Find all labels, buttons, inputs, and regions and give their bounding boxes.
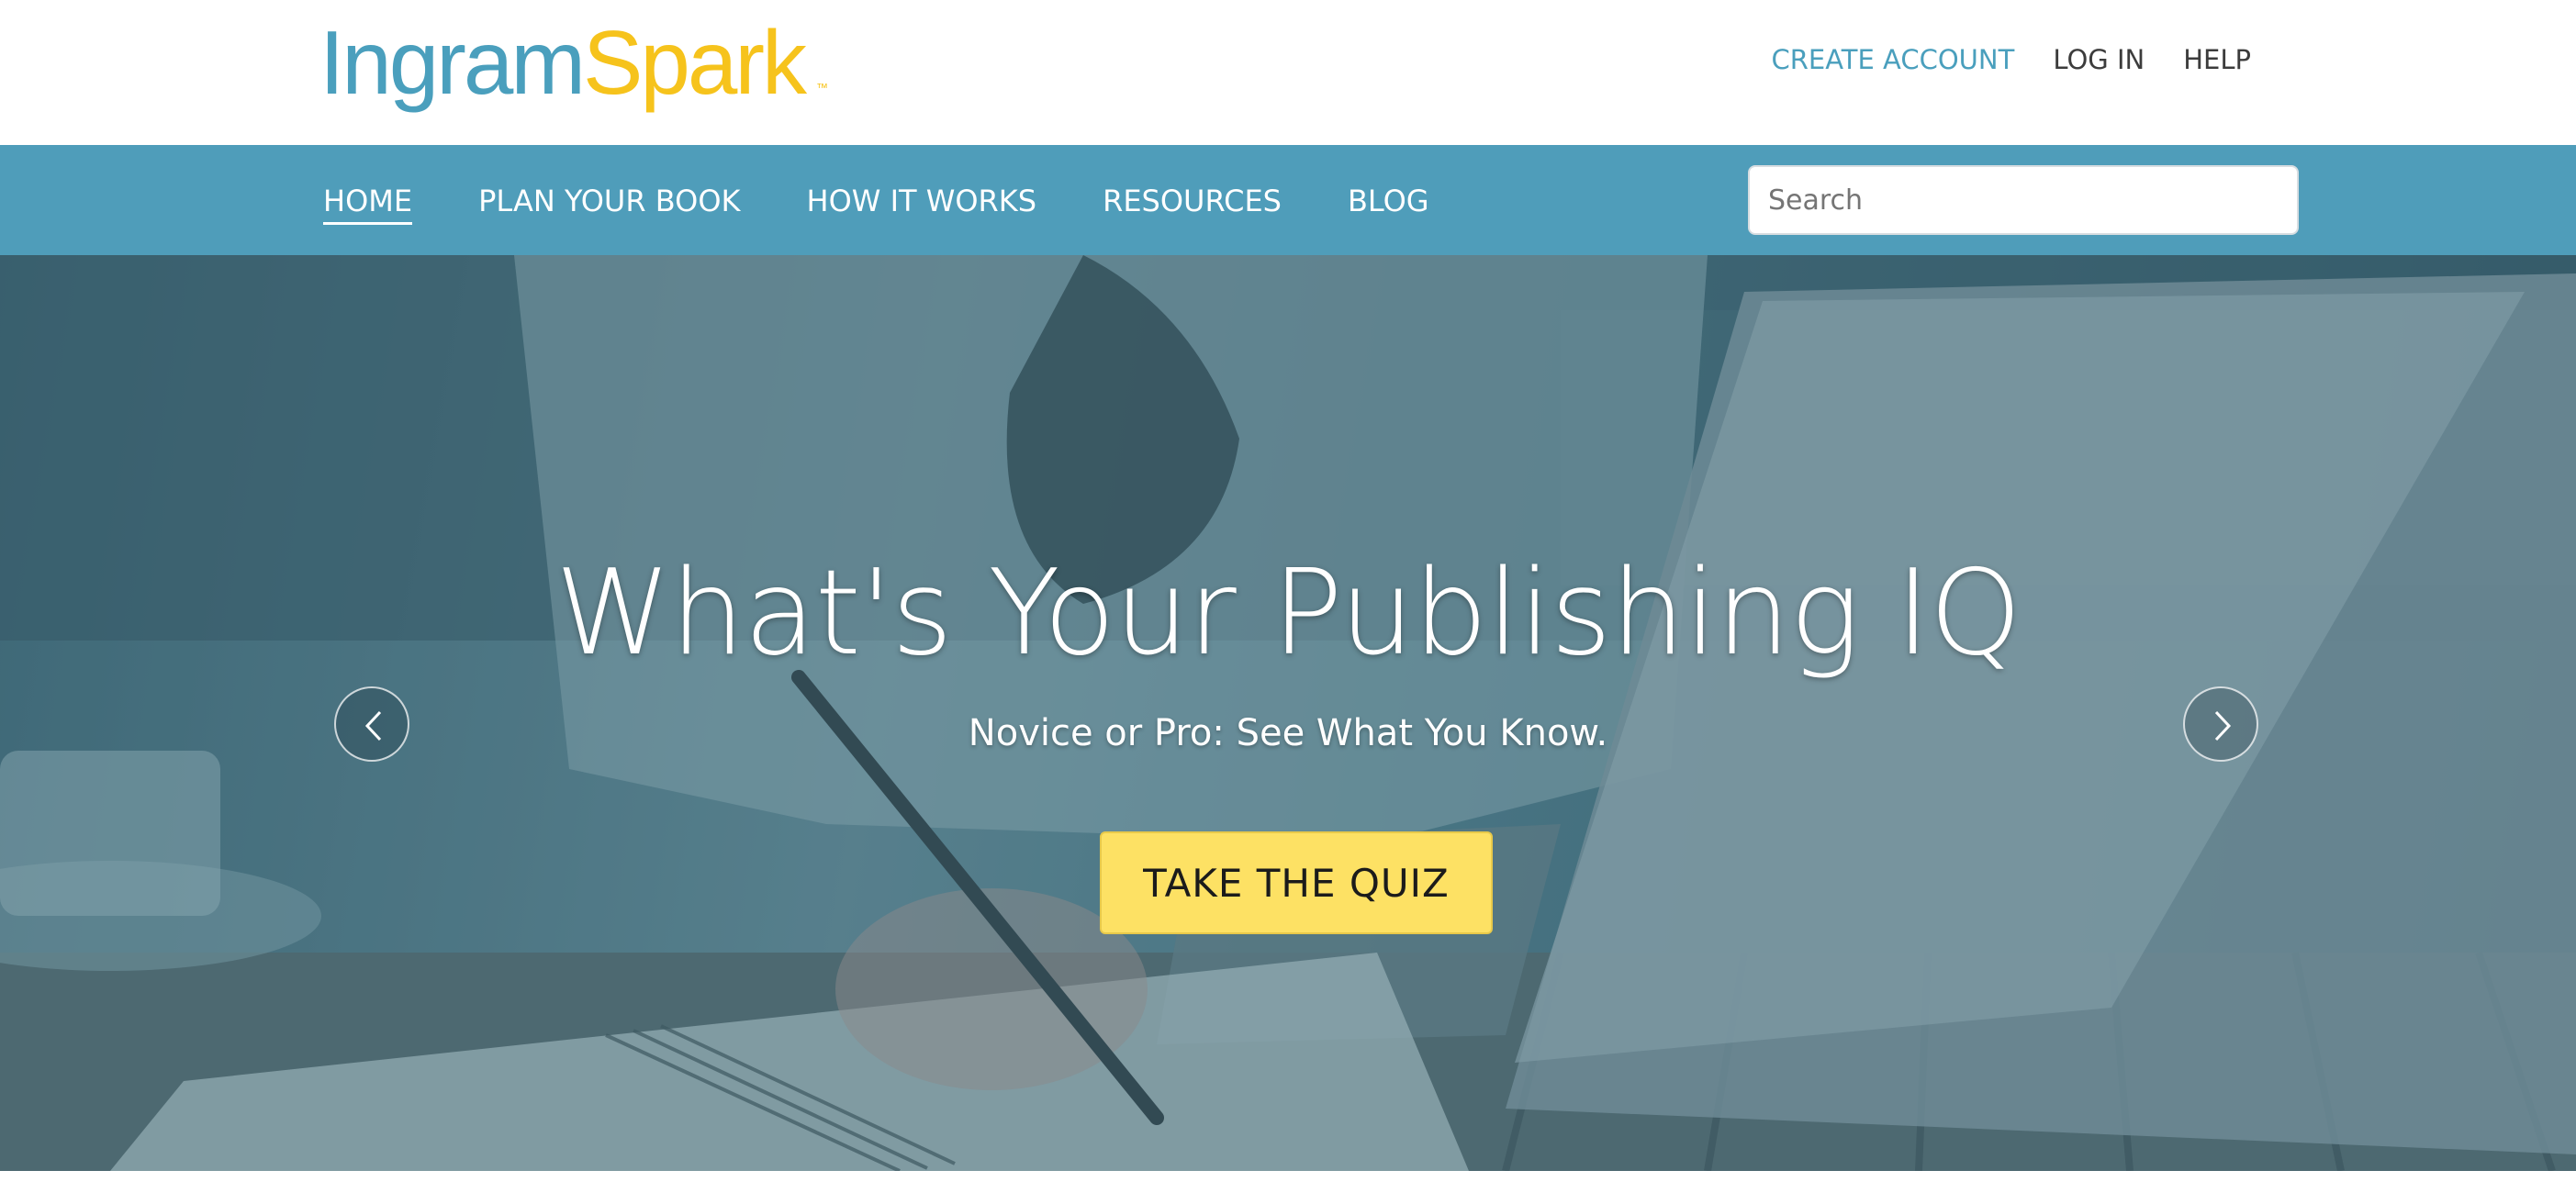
take-the-quiz-button[interactable]: TAKE THE QUIZ [1100, 831, 1493, 934]
trademark-mark: ™ [816, 81, 829, 95]
nav-item-resources[interactable]: RESOURCES [1103, 184, 1282, 225]
utility-links: CREATE ACCOUNT LOG IN HELP [1771, 44, 2251, 75]
help-link[interactable]: HELP [2183, 44, 2251, 75]
nav-item-how-it-works[interactable]: HOW IT WORKS [807, 184, 1037, 225]
search-input[interactable] [1748, 165, 2299, 235]
ingramspark-logo[interactable]: IngramSpark ™ [319, 7, 828, 117]
top-bar: IngramSpark ™ CREATE ACCOUNT LOG IN HELP [0, 0, 2576, 145]
nav-item-home[interactable]: HOME [323, 184, 413, 225]
main-nav: HOME PLAN YOUR BOOK HOW IT WORKS RESOURC… [0, 145, 2576, 255]
hero-carousel: What's Your Publishing IQ Novice or Pro:… [0, 255, 2576, 1171]
hero-title: What's Your Publishing IQ [554, 545, 2022, 682]
nav-item-blog[interactable]: BLOG [1348, 184, 1429, 225]
logo-spark: Spark [583, 12, 807, 113]
nav-item-plan-your-book[interactable]: PLAN YOUR BOOK [478, 184, 740, 225]
chevron-right-icon [2214, 710, 2232, 741]
create-account-link[interactable]: CREATE ACCOUNT [1771, 44, 2014, 75]
chevron-left-icon [364, 710, 382, 741]
logo-ingram: Ingram [319, 12, 586, 113]
nav-items: HOME PLAN YOUR BOOK HOW IT WORKS RESOURC… [323, 184, 1429, 225]
log-in-link[interactable]: LOG IN [2053, 44, 2145, 75]
carousel-prev-button[interactable] [334, 686, 409, 762]
carousel-next-button[interactable] [2183, 686, 2258, 762]
